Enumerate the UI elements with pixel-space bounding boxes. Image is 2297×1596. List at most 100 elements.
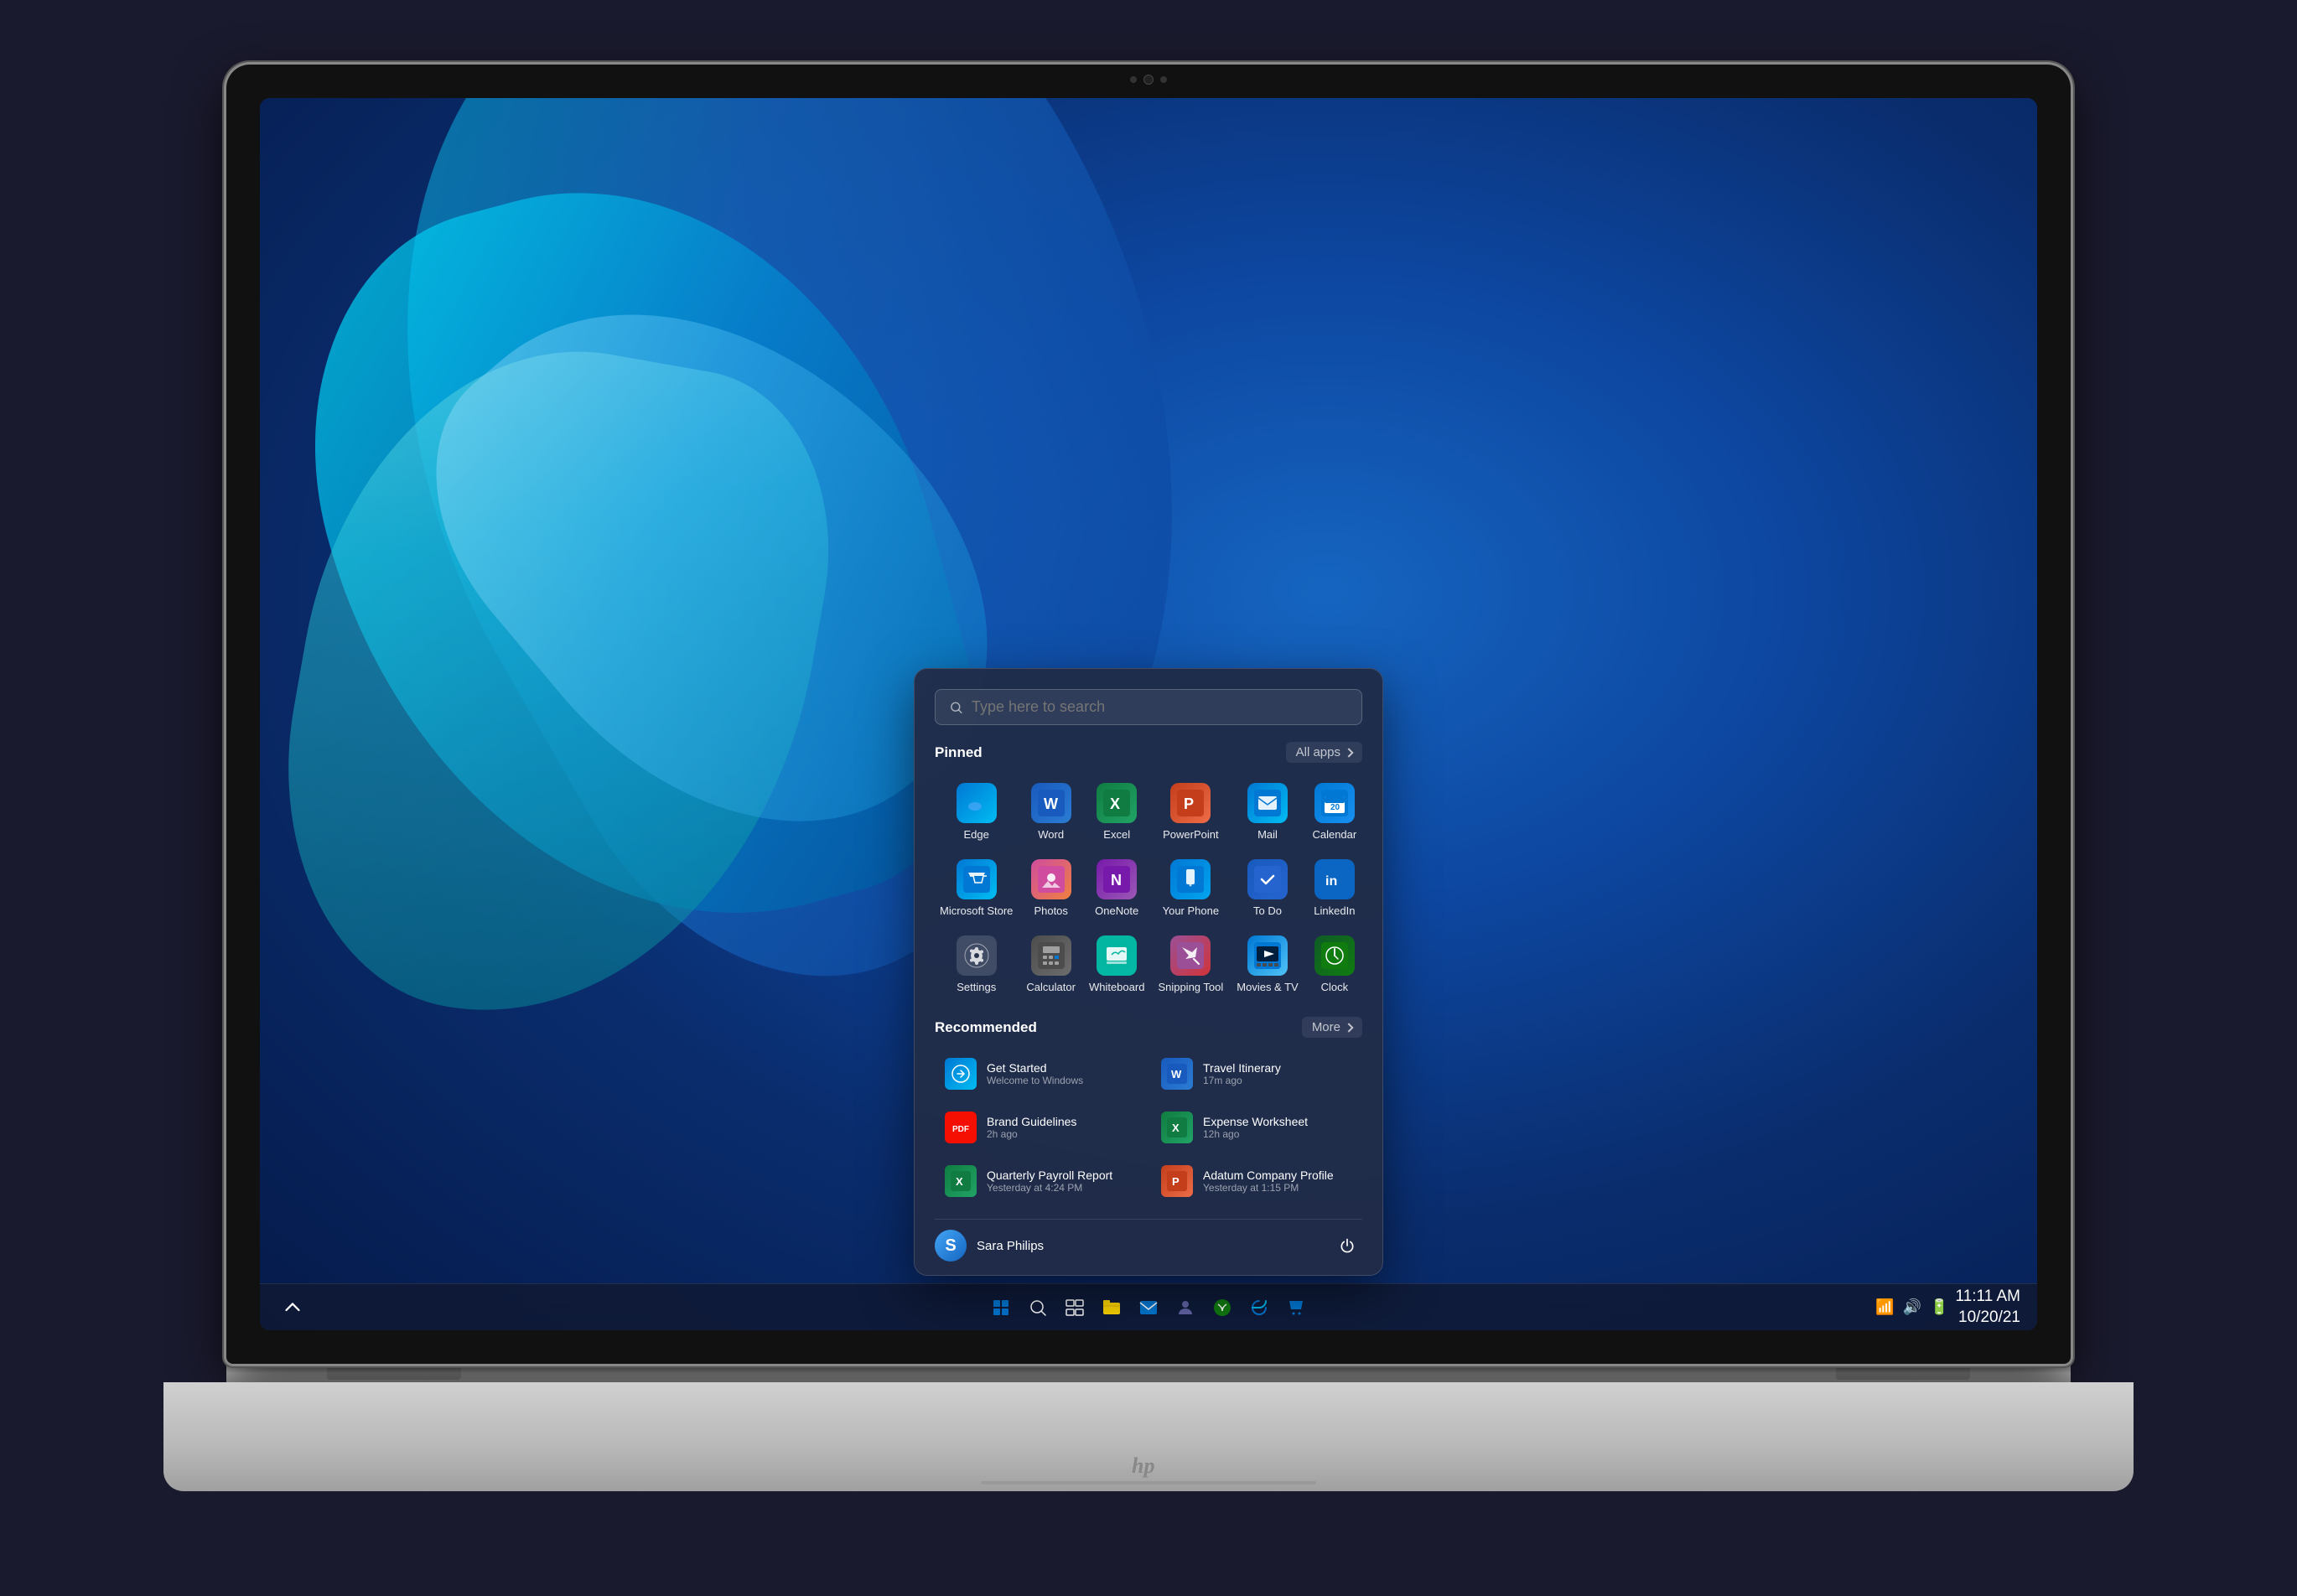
get-started-text: Get Started Welcome to Windows bbox=[987, 1061, 1136, 1086]
taskbar-store-icon bbox=[1286, 1298, 1306, 1318]
mail-label: Mail bbox=[1257, 828, 1278, 841]
travel-itinerary-icon: W bbox=[1161, 1058, 1193, 1090]
travel-word-logo: W bbox=[1167, 1064, 1187, 1084]
wifi-icon[interactable]: 📶 bbox=[1875, 1298, 1894, 1316]
photos-icon bbox=[1031, 859, 1071, 899]
taskbar-teams-icon bbox=[1175, 1298, 1195, 1318]
recommended-grid: Get Started Welcome to Windows W T bbox=[935, 1049, 1362, 1205]
app-settings[interactable]: Settings bbox=[935, 927, 1018, 1000]
taskbar-explorer[interactable] bbox=[1096, 1292, 1128, 1324]
quarterly-time: Yesterday at 4:24 PM bbox=[987, 1182, 1136, 1194]
quarterly-name: Quarterly Payroll Report bbox=[987, 1168, 1136, 1182]
start-button[interactable] bbox=[985, 1292, 1017, 1324]
chevron-up-button[interactable] bbox=[277, 1292, 309, 1324]
calendar-label: Calendar bbox=[1312, 828, 1356, 841]
taskbar-right: 📶 🔊 🔋 11:11 AM 10/20/21 bbox=[1875, 1287, 2020, 1328]
rec-quarterly-payroll[interactable]: X Quarterly Payroll Report Yesterday at … bbox=[935, 1157, 1146, 1205]
rec-expense-worksheet[interactable]: X Expense Worksheet 12h ago bbox=[1151, 1103, 1362, 1152]
snipping-logo bbox=[1177, 942, 1204, 969]
taskbar-store[interactable] bbox=[1280, 1292, 1312, 1324]
yourphone-logo bbox=[1177, 866, 1204, 893]
adatum-ppt-logo: P bbox=[1167, 1171, 1187, 1191]
expense-time: 12h ago bbox=[1203, 1128, 1352, 1140]
excel-label: Excel bbox=[1103, 828, 1130, 841]
app-photos[interactable]: Photos bbox=[1021, 851, 1081, 924]
battery-icon[interactable]: 🔋 bbox=[1930, 1298, 1948, 1316]
taskbar-edge2[interactable] bbox=[1243, 1292, 1275, 1324]
more-button[interactable]: More bbox=[1302, 1017, 1362, 1038]
todo-label: To Do bbox=[1253, 904, 1282, 917]
whiteboard-logo bbox=[1103, 942, 1130, 969]
app-edge[interactable]: Edge bbox=[935, 775, 1018, 847]
app-snipping[interactable]: Snipping Tool bbox=[1153, 927, 1228, 1000]
movies-logo bbox=[1254, 942, 1281, 969]
svg-text:X: X bbox=[956, 1175, 963, 1188]
edge-label: Edge bbox=[964, 828, 989, 841]
brand-text: Brand Guidelines 2h ago bbox=[987, 1115, 1136, 1140]
app-calendar[interactable]: 20 Calendar bbox=[1307, 775, 1362, 847]
snipping-label: Snipping Tool bbox=[1158, 981, 1223, 993]
rec-get-started[interactable]: Get Started Welcome to Windows bbox=[935, 1049, 1146, 1098]
task-view-button[interactable] bbox=[1059, 1292, 1091, 1324]
screen: Pinned All apps bbox=[260, 98, 2037, 1330]
hp-brand-logo: hp bbox=[1129, 1449, 1168, 1479]
search-bar[interactable] bbox=[935, 689, 1362, 725]
get-started-logo bbox=[951, 1064, 971, 1084]
brand-name: Brand Guidelines bbox=[987, 1115, 1136, 1128]
calculator-logo bbox=[1038, 942, 1065, 969]
app-mail[interactable]: Mail bbox=[1231, 775, 1303, 847]
webcam bbox=[1143, 75, 1154, 85]
power-button[interactable] bbox=[1332, 1231, 1362, 1261]
keyboard-base: hp bbox=[163, 1382, 2134, 1491]
search-input[interactable] bbox=[972, 698, 1348, 716]
settings-icon bbox=[957, 935, 997, 976]
rec-brand-guidelines[interactable]: PDF Brand Guidelines 2h ago bbox=[935, 1103, 1146, 1152]
calendar-icon: 20 bbox=[1314, 783, 1355, 823]
app-onenote[interactable]: N OneNote bbox=[1084, 851, 1149, 924]
rec-travel-itinerary[interactable]: W Travel Itinerary 17m ago bbox=[1151, 1049, 1362, 1098]
app-excel[interactable]: X Excel bbox=[1084, 775, 1149, 847]
adatum-time: Yesterday at 1:15 PM bbox=[1203, 1182, 1352, 1194]
taskbar-teams[interactable] bbox=[1169, 1292, 1201, 1324]
app-whiteboard[interactable]: Whiteboard bbox=[1084, 927, 1149, 1000]
volume-icon[interactable]: 🔊 bbox=[1903, 1298, 1921, 1316]
app-store[interactable]: Microsoft Store bbox=[935, 851, 1018, 924]
app-powerpoint[interactable]: P PowerPoint bbox=[1153, 775, 1228, 847]
svg-text:W: W bbox=[1171, 1068, 1182, 1080]
travel-text: Travel Itinerary 17m ago bbox=[1203, 1061, 1352, 1086]
user-info[interactable]: S Sara Philips bbox=[935, 1230, 1044, 1262]
travel-name: Travel Itinerary bbox=[1203, 1061, 1352, 1075]
taskbar-search-button[interactable] bbox=[1022, 1292, 1054, 1324]
svg-text:P: P bbox=[1184, 795, 1194, 812]
date-display: 10/20/21 bbox=[1956, 1308, 2020, 1329]
calendar-logo: 20 bbox=[1321, 790, 1348, 816]
system-tray: 📶 🔊 🔋 bbox=[1875, 1298, 1948, 1316]
time-display: 11:11 AM bbox=[1956, 1287, 2020, 1308]
pinned-grid: Edge W Word bbox=[935, 775, 1362, 1000]
app-word[interactable]: W Word bbox=[1021, 775, 1081, 847]
rec-adatum[interactable]: P Adatum Company Profile Yesterday at 1:… bbox=[1151, 1157, 1362, 1205]
svg-text:PDF: PDF bbox=[952, 1125, 969, 1134]
app-todo[interactable]: To Do bbox=[1231, 851, 1303, 924]
app-movies[interactable]: Movies & TV bbox=[1231, 927, 1303, 1000]
taskbar-mail[interactable] bbox=[1133, 1292, 1164, 1324]
taskbar-xbox[interactable] bbox=[1206, 1292, 1238, 1324]
whiteboard-label: Whiteboard bbox=[1089, 981, 1144, 993]
brand-time: 2h ago bbox=[987, 1128, 1136, 1140]
taskbar-left bbox=[277, 1292, 309, 1324]
powerpoint-label: PowerPoint bbox=[1163, 828, 1218, 841]
taskbar-mail-icon bbox=[1138, 1298, 1159, 1318]
expense-text: Expense Worksheet 12h ago bbox=[1203, 1115, 1352, 1140]
chevron-up-icon bbox=[283, 1298, 303, 1318]
app-linkedin[interactable]: in LinkedIn bbox=[1307, 851, 1362, 924]
app-clock[interactable]: Clock bbox=[1307, 927, 1362, 1000]
word-icon: W bbox=[1031, 783, 1071, 823]
expense-icon: X bbox=[1161, 1112, 1193, 1143]
app-calculator[interactable]: Calculator bbox=[1021, 927, 1081, 1000]
adatum-text: Adatum Company Profile Yesterday at 1:15… bbox=[1203, 1168, 1352, 1194]
all-apps-button[interactable]: All apps bbox=[1286, 742, 1362, 763]
app-yourphone[interactable]: Your Phone bbox=[1153, 851, 1228, 924]
laptop: Pinned All apps bbox=[143, 65, 2154, 1531]
clock-display[interactable]: 11:11 AM 10/20/21 bbox=[1956, 1287, 2020, 1328]
linkedin-icon: in bbox=[1314, 859, 1355, 899]
